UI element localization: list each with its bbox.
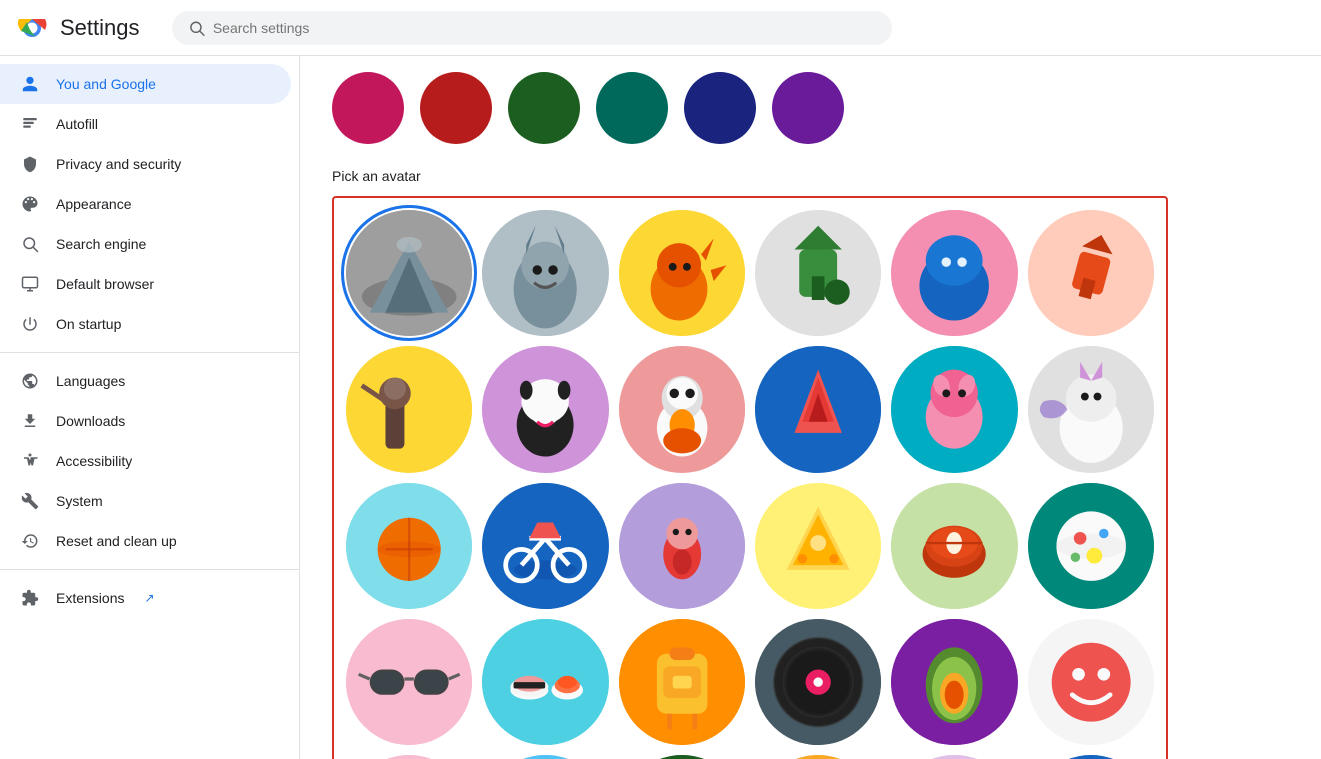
avatar-item-16[interactable] (755, 483, 881, 609)
accessibility-icon (20, 451, 40, 471)
search-bar[interactable] (172, 11, 892, 45)
sidebar-item-privacy-security[interactable]: Privacy and security (0, 144, 291, 184)
sidebar-label-privacy: Privacy and security (56, 156, 181, 172)
avatar-item-29[interactable] (891, 755, 1017, 759)
system-icon (20, 491, 40, 511)
sidebar-label-autofill: Autofill (56, 116, 98, 132)
sidebar-label-you-and-google: You and Google (56, 76, 156, 92)
reset-icon (20, 531, 40, 551)
sidebar-item-reset[interactable]: Reset and clean up (0, 521, 291, 561)
avatar-item-26[interactable] (482, 755, 608, 759)
sidebar-item-search-engine[interactable]: Search engine (0, 224, 291, 264)
color-strip (332, 72, 1168, 160)
avatar-item-2[interactable] (482, 210, 608, 336)
avatar-item-5[interactable] (891, 210, 1017, 336)
sidebar-label-system: System (56, 493, 103, 509)
sidebar-label-downloads: Downloads (56, 413, 125, 429)
avatar-item-27[interactable] (619, 755, 745, 759)
power-icon (20, 314, 40, 334)
sidebar-item-accessibility[interactable]: Accessibility (0, 441, 291, 481)
search-input[interactable] (213, 20, 876, 36)
sidebar-divider-2 (0, 569, 299, 570)
shield-icon (20, 154, 40, 174)
main-layout: You and Google Autofill Privacy and secu… (0, 56, 1321, 759)
avatar-item-19[interactable] (346, 619, 472, 745)
sidebar-label-on-startup: On startup (56, 316, 121, 332)
avatar-item-22[interactable] (755, 619, 881, 745)
avatar-item-25[interactable] (346, 755, 472, 759)
sidebar-item-system[interactable]: System (0, 481, 291, 521)
avatar-item-30[interactable] (1028, 755, 1154, 759)
sidebar-item-languages[interactable]: Languages (0, 361, 291, 401)
avatar-item-9[interactable] (619, 346, 745, 472)
person-icon (20, 74, 40, 94)
color-circle-3[interactable] (508, 72, 580, 144)
avatar-item-6[interactable] (1028, 210, 1154, 336)
page-title: Settings (60, 15, 140, 41)
avatar-item-21[interactable] (619, 619, 745, 745)
sidebar-item-downloads[interactable]: Downloads (0, 401, 291, 441)
avatar-item-8[interactable] (482, 346, 608, 472)
avatar-item-15[interactable] (619, 483, 745, 609)
puzzle-icon (20, 588, 40, 608)
sidebar-label-appearance: Appearance (56, 196, 132, 212)
autofill-icon (20, 114, 40, 134)
avatar-item-3[interactable] (619, 210, 745, 336)
sidebar-item-appearance[interactable]: Appearance (0, 184, 291, 224)
sidebar-item-default-browser[interactable]: Default browser (0, 264, 291, 304)
avatar-item-14[interactable] (482, 483, 608, 609)
avatar-item-7[interactable] (346, 346, 472, 472)
sidebar-label-default-browser: Default browser (56, 276, 154, 292)
color-circle-6[interactable] (772, 72, 844, 144)
content-area: Pick an avatar (300, 56, 1321, 759)
sidebar-item-autofill[interactable]: Autofill (0, 104, 291, 144)
chrome-logo-icon (16, 12, 48, 44)
search-engine-icon (20, 234, 40, 254)
avatar-item-20[interactable] (482, 619, 608, 745)
sidebar: You and Google Autofill Privacy and secu… (0, 56, 300, 759)
color-circle-4[interactable] (596, 72, 668, 144)
avatar-item-23[interactable] (891, 619, 1017, 745)
search-icon (188, 19, 205, 37)
color-circle-2[interactable] (420, 72, 492, 144)
sidebar-item-on-startup[interactable]: On startup (0, 304, 291, 344)
external-link-icon: ↗ (144, 591, 154, 605)
download-icon (20, 411, 40, 431)
palette-icon (20, 194, 40, 214)
avatar-item-17[interactable] (891, 483, 1017, 609)
sidebar-divider-1 (0, 352, 299, 353)
color-circle-1[interactable] (332, 72, 404, 144)
sidebar-label-accessibility: Accessibility (56, 453, 132, 469)
color-circle-5[interactable] (684, 72, 756, 144)
avatar-item-24[interactable] (1028, 619, 1154, 745)
avatar-item-1[interactable] (346, 210, 472, 336)
default-browser-icon (20, 274, 40, 294)
avatar-item-13[interactable] (346, 483, 472, 609)
avatar-item-12[interactable] (1028, 346, 1154, 472)
globe-icon (20, 371, 40, 391)
sidebar-label-reset: Reset and clean up (56, 533, 177, 549)
avatar-item-4[interactable] (755, 210, 881, 336)
avatar-item-11[interactable] (891, 346, 1017, 472)
topbar: Settings (0, 0, 1321, 56)
sidebar-label-languages: Languages (56, 373, 125, 389)
avatar-item-10[interactable] (755, 346, 881, 472)
sidebar-item-extensions[interactable]: Extensions ↗ (0, 578, 291, 618)
avatar-grid-container (332, 196, 1168, 759)
avatar-section-title: Pick an avatar (332, 168, 1168, 184)
sidebar-label-search: Search engine (56, 236, 146, 252)
sidebar-label-extensions: Extensions (56, 590, 124, 606)
avatar-section: Pick an avatar (332, 168, 1168, 759)
sidebar-item-you-and-google[interactable]: You and Google (0, 64, 291, 104)
avatar-item-18[interactable] (1028, 483, 1154, 609)
avatar-item-28[interactable] (755, 755, 881, 759)
avatar-grid (346, 210, 1154, 759)
